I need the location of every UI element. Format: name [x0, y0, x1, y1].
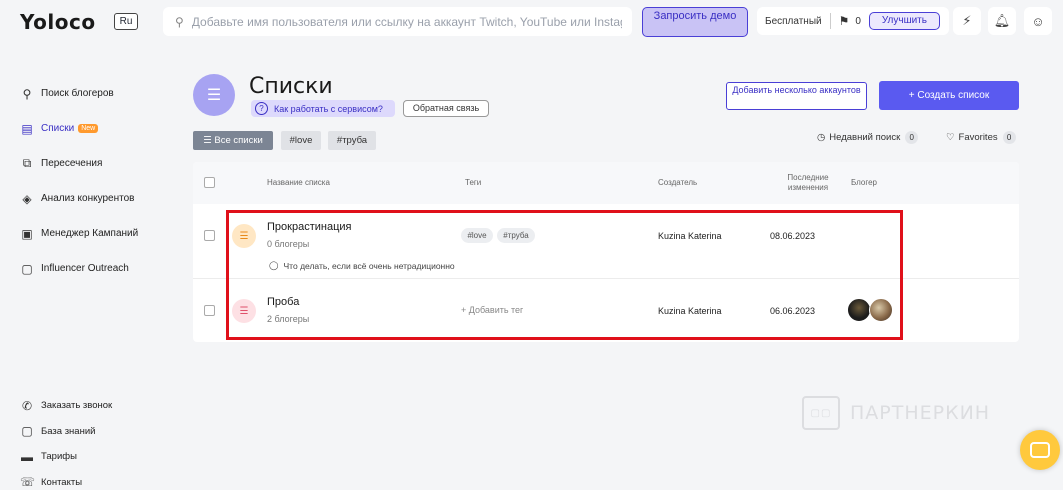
search-bar[interactable]: ⚲ — [163, 7, 632, 36]
column-header[interactable]: Создатель — [658, 178, 697, 187]
heart-icon: ♡ — [946, 132, 955, 143]
sidebar-item-label: Анализ конкурентов — [41, 193, 135, 204]
watermark: ▢▢ ПАРТНЕРКИН — [802, 396, 990, 430]
favorites-count: 0 — [1002, 131, 1016, 144]
sidebar-item-contacts[interactable]: ☏ Контакты — [20, 470, 112, 490]
sidebar-item-label: Influencer Outreach — [41, 263, 129, 274]
sidebar-item-label: Менеджер Кампаний — [41, 228, 139, 239]
favorites[interactable]: ♡ Favorites 0 — [946, 131, 1016, 144]
list-icon: ▤ — [21, 121, 33, 136]
select-all-checkbox[interactable] — [204, 177, 215, 188]
plan-panel: Бесплатный ⚑ 0 Улучшить — [757, 7, 949, 35]
plan-label: Бесплатный — [765, 15, 822, 27]
sidebar-item-competitors[interactable]: ◈ Анализ конкурентов — [20, 181, 138, 216]
bell-icon[interactable]: 🔔︎ — [988, 7, 1016, 35]
sidebar-item-label: Тарифы — [41, 451, 77, 463]
lists-icon: ☰ — [193, 74, 235, 116]
new-badge: New — [78, 124, 99, 133]
chat-icon: ▢ — [21, 261, 33, 276]
feedback-button[interactable]: Обратная связь — [403, 100, 489, 117]
flag-icon: ⚑ — [838, 14, 850, 28]
add-multiple-accounts-button[interactable]: Добавить несколько аккаунтов — [726, 82, 867, 110]
recent-label: Недавний поиск — [829, 132, 901, 143]
sidebar-item-call[interactable]: ✆ Заказать звонок — [20, 393, 112, 419]
card-icon: ▬ — [21, 449, 33, 464]
filter-tag-truba[interactable]: #труба — [328, 131, 376, 150]
search-icon: ⚲ — [22, 86, 32, 101]
sidebar-item-knowledge[interactable]: ▢ База знаний — [20, 419, 112, 445]
column-header[interactable]: Название списка — [267, 178, 330, 187]
watermark-text: ПАРТНЕРКИН — [850, 402, 991, 424]
upgrade-button[interactable]: Улучшить — [868, 12, 940, 30]
table-header: Название списка Теги Создатель Последние… — [193, 162, 1019, 204]
contact-icon: ☏ — [20, 475, 36, 490]
flag-count: 0 — [855, 15, 861, 27]
chat-widget-button[interactable] — [1020, 430, 1060, 470]
sidebar-item-intersections[interactable]: ⧉ Пересечения — [20, 146, 138, 181]
sidebar-item-label: Пересечения — [41, 158, 103, 169]
sidebar-item-label: Заказать звонок — [41, 400, 113, 412]
phone-icon: ✆ — [21, 398, 33, 413]
book-icon: ▢ — [21, 424, 33, 439]
question-icon: ? — [255, 102, 268, 115]
sidebar-item-label: Списки — [41, 123, 75, 134]
campaign-icon: ▣ — [21, 226, 33, 241]
column-header[interactable]: Последние изменения — [783, 173, 833, 193]
sidebar-item-outreach[interactable]: ▢ Influencer Outreach — [20, 251, 138, 286]
sidebar-item-label: База знаний — [41, 425, 96, 437]
row-checkbox[interactable] — [204, 230, 215, 241]
watermark-logo-icon: ▢▢ — [802, 396, 840, 430]
sidebar-bottom: ✆ Заказать звонок ▢ База знаний ▬ Тарифы… — [20, 393, 112, 490]
row-checkbox[interactable] — [204, 305, 215, 316]
language-selector[interactable]: Ru — [114, 13, 138, 30]
sidebar-item-label: Контакты — [41, 476, 83, 488]
sidebar-item-label: Поиск блогеров — [41, 88, 114, 99]
column-header[interactable]: Блогер — [851, 178, 877, 187]
favorites-label: Favorites — [958, 132, 998, 143]
filter-all-lists[interactable]: ☰ Все списки — [193, 131, 273, 150]
sidebar-item-search[interactable]: ⚲ Поиск блогеров — [20, 76, 138, 111]
how-to-label: Как работать с сервисом? — [274, 103, 383, 114]
clock-icon: ◷ — [817, 132, 826, 143]
filter-tag-love[interactable]: #love — [281, 131, 321, 150]
sidebar-item-campaigns[interactable]: ▣ Менеджер Кампаний — [20, 216, 138, 251]
request-demo-button[interactable]: Запросить демо — [642, 7, 748, 37]
logo[interactable]: Yoloco — [20, 10, 96, 34]
highlight-frame — [226, 210, 903, 340]
bolt-icon[interactable]: ⚡︎ — [953, 7, 981, 35]
column-header[interactable]: Теги — [465, 178, 481, 187]
divider — [829, 13, 831, 29]
page-title: Списки — [249, 74, 333, 99]
sidebar-item-pricing[interactable]: ▬ Тарифы — [20, 444, 112, 470]
sidebar-nav: ⚲ Поиск блогеров ▤ Списки New ⧉ Пересече… — [20, 76, 138, 286]
chat-icon — [1030, 442, 1050, 458]
how-to-button[interactable]: ? Как работать с сервисом? — [251, 100, 395, 117]
user-icon[interactable]: ☺ — [1024, 7, 1052, 35]
search-input[interactable] — [191, 14, 622, 29]
recent-search[interactable]: ◷ Недавний поиск 0 — [817, 131, 919, 144]
recent-count: 0 — [905, 131, 919, 144]
create-list-button[interactable]: + Создать список — [879, 81, 1019, 110]
search-icon: ⚲ — [175, 14, 184, 29]
list-icon: ☰ — [203, 135, 212, 146]
tag-icon: ◈ — [22, 191, 32, 206]
sidebar-item-lists[interactable]: ▤ Списки New — [20, 111, 138, 146]
intersection-icon: ⧉ — [22, 156, 32, 170]
filter-label: Все списки — [214, 135, 263, 146]
